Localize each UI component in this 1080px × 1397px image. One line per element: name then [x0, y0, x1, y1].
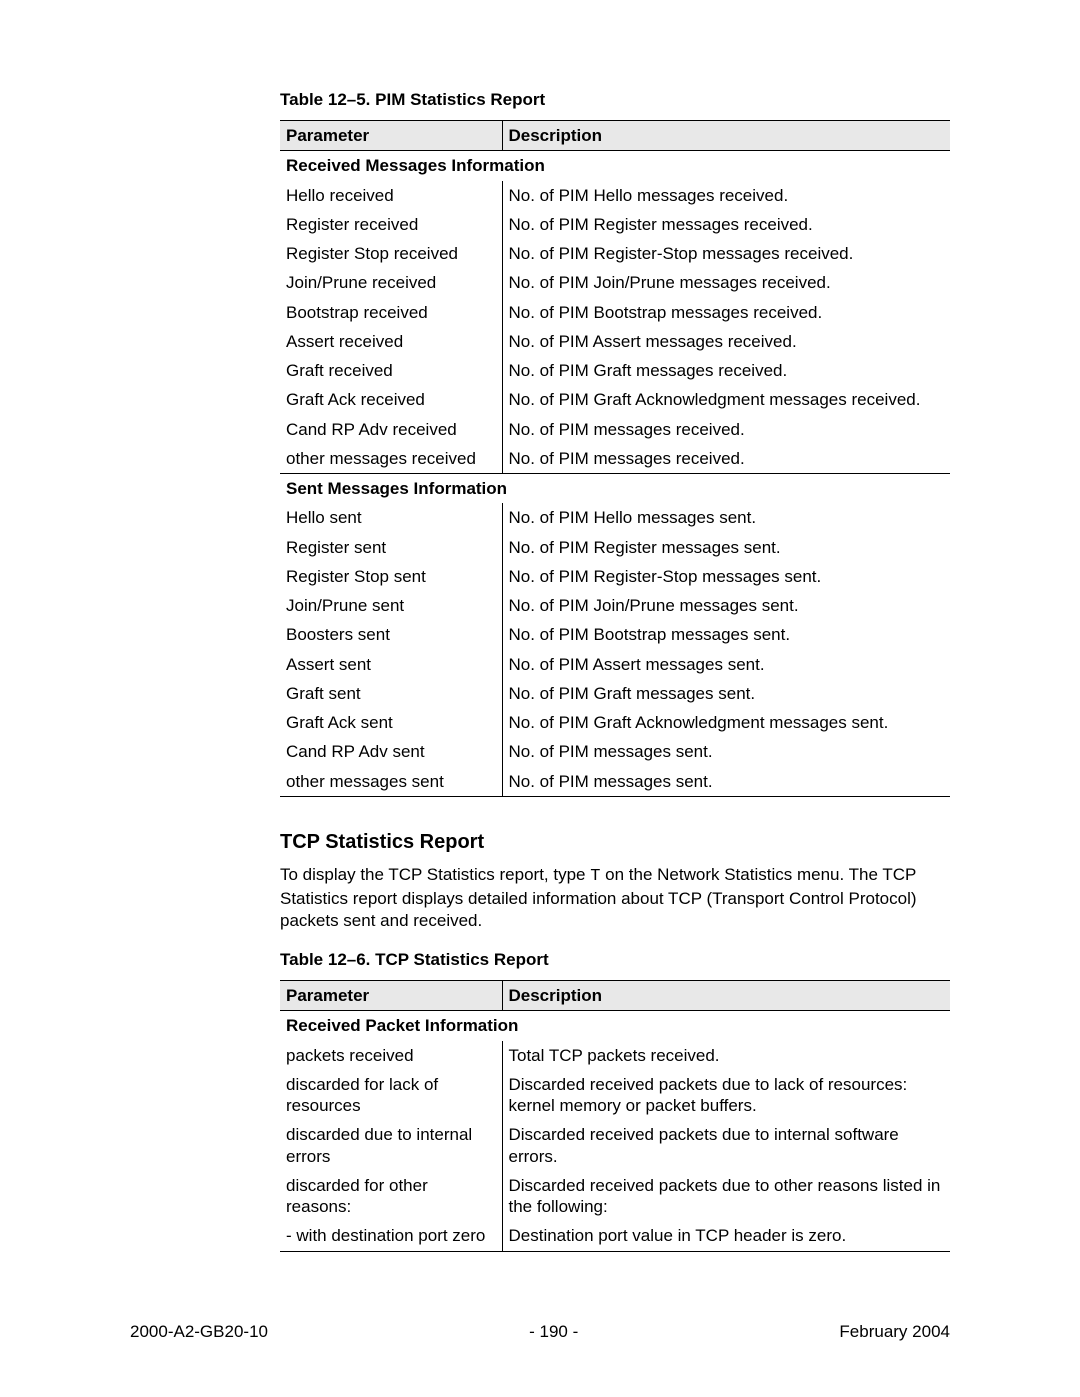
- table-cell: No. of PIM Join/Prune messages received.: [502, 268, 950, 297]
- table-cell: No. of PIM Hello messages received.: [502, 181, 950, 210]
- table-cell: Hello sent: [280, 503, 502, 532]
- table-cell: Register Stop received: [280, 239, 502, 268]
- page-footer: 2000-A2-GB20-10 - 190 - February 2004: [130, 1322, 950, 1342]
- table2-header-desc: Description: [502, 981, 950, 1011]
- table-cell: Bootstrap received: [280, 298, 502, 327]
- table-cell: No. of PIM Graft Acknowledgment messages…: [502, 708, 950, 737]
- page: Table 12–5. PIM Statistics Report Parame…: [0, 0, 1080, 1397]
- table-cell: No. of PIM Graft messages sent.: [502, 679, 950, 708]
- footer-right: February 2004: [839, 1322, 950, 1342]
- table-cell: discarded for lack of resources: [280, 1070, 502, 1121]
- table-cell: Total TCP packets received.: [502, 1041, 950, 1070]
- table-cell: Assert sent: [280, 650, 502, 679]
- table-cell: other messages received: [280, 444, 502, 474]
- table-cell: Graft Ack sent: [280, 708, 502, 737]
- table-cell: No. of PIM Register messages sent.: [502, 533, 950, 562]
- table-cell: No. of PIM messages sent.: [502, 767, 950, 797]
- table-cell: No. of PIM Bootstrap messages sent.: [502, 620, 950, 649]
- table-cell: Graft sent: [280, 679, 502, 708]
- table2-caption: Table 12–6. TCP Statistics Report: [280, 950, 950, 970]
- table-cell: Join/Prune sent: [280, 591, 502, 620]
- tcp-paragraph: To display the TCP Statistics report, ty…: [280, 864, 950, 932]
- table-cell: No. of PIM Hello messages sent.: [502, 503, 950, 532]
- table1: Parameter Description Received Messages …: [280, 120, 950, 797]
- table-cell: No. of PIM Assert messages sent.: [502, 650, 950, 679]
- table2-section1: Received Packet Information: [280, 1011, 950, 1041]
- table-cell: Assert received: [280, 327, 502, 356]
- table-cell: discarded for other reasons:: [280, 1171, 502, 1222]
- table-cell: No. of PIM Bootstrap messages received.: [502, 298, 950, 327]
- table-cell: packets received: [280, 1041, 502, 1070]
- table-cell: Register Stop sent: [280, 562, 502, 591]
- table-cell: No. of PIM Graft Acknowledgment messages…: [502, 385, 950, 414]
- table-cell: other messages sent: [280, 767, 502, 797]
- table1-header-param: Parameter: [280, 121, 502, 151]
- table-cell: discarded due to internal errors: [280, 1120, 502, 1171]
- footer-center: - 190 -: [529, 1322, 578, 1342]
- table-cell: No. of PIM Register-Stop messages sent.: [502, 562, 950, 591]
- table-cell: No. of PIM Graft messages received.: [502, 356, 950, 385]
- table-cell: Discarded received packets due to lack o…: [502, 1070, 950, 1121]
- table-cell: No. of PIM Assert messages received.: [502, 327, 950, 356]
- table-cell: - with destination port zero: [280, 1221, 502, 1251]
- table1-section1: Received Messages Information: [280, 151, 950, 181]
- table-cell: No. of PIM Register messages received.: [502, 210, 950, 239]
- table-cell: Join/Prune received: [280, 268, 502, 297]
- table-cell: Register sent: [280, 533, 502, 562]
- table-cell: No. of PIM messages received.: [502, 415, 950, 444]
- inline-code: T: [590, 867, 600, 886]
- table-cell: No. of PIM Register-Stop messages receiv…: [502, 239, 950, 268]
- table1-header-desc: Description: [502, 121, 950, 151]
- table-cell: Register received: [280, 210, 502, 239]
- table-cell: No. of PIM messages received.: [502, 444, 950, 474]
- table-cell: No. of PIM messages sent.: [502, 737, 950, 766]
- table-cell: Discarded received packets due to other …: [502, 1171, 950, 1222]
- table-cell: Graft received: [280, 356, 502, 385]
- table-cell: Destination port value in TCP header is …: [502, 1221, 950, 1251]
- table-cell: Graft Ack received: [280, 385, 502, 414]
- table1-caption: Table 12–5. PIM Statistics Report: [280, 90, 950, 110]
- table2-header-param: Parameter: [280, 981, 502, 1011]
- table-cell: Cand RP Adv sent: [280, 737, 502, 766]
- table-cell: Discarded received packets due to intern…: [502, 1120, 950, 1171]
- table-cell: Boosters sent: [280, 620, 502, 649]
- para-text: To display the TCP Statistics report, ty…: [280, 865, 590, 884]
- section-heading-tcp: TCP Statistics Report: [280, 831, 950, 854]
- table-cell: Hello received: [280, 181, 502, 210]
- table2: Parameter Description Received Packet In…: [280, 980, 950, 1252]
- table-cell: Cand RP Adv received: [280, 415, 502, 444]
- table1-section2: Sent Messages Information: [280, 474, 950, 504]
- footer-left: 2000-A2-GB20-10: [130, 1322, 268, 1342]
- table-cell: No. of PIM Join/Prune messages sent.: [502, 591, 950, 620]
